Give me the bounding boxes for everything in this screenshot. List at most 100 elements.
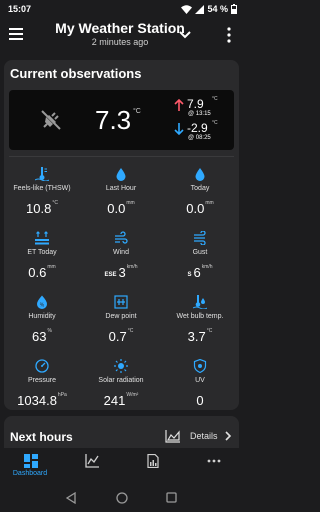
observation-label: Feels-like (THSW) xyxy=(13,185,71,192)
observation-unit: °C xyxy=(52,200,58,206)
observation-value: 63 xyxy=(32,329,47,344)
observation-value: 0 xyxy=(196,393,204,408)
rain-drop-icon xyxy=(114,167,128,181)
observation-unit: mm xyxy=(47,264,56,270)
signal-icon xyxy=(195,4,205,14)
recents-icon[interactable] xyxy=(166,492,177,503)
wind-direction: ESE xyxy=(104,272,117,278)
observation-label: UV xyxy=(195,377,205,384)
next-hours-title: Next hours xyxy=(10,430,73,444)
observation-value-group: ESE 3km/h xyxy=(83,264,159,280)
observation-unit: mm xyxy=(126,200,135,206)
observation-unit: °C xyxy=(206,328,213,334)
observation-value: 10.8 xyxy=(26,201,52,216)
observation-label: Last Hour xyxy=(105,185,137,192)
nav-charts[interactable] xyxy=(61,448,121,484)
observation-label: Today xyxy=(190,185,210,192)
chevron-right-icon xyxy=(225,431,232,441)
observation-value-group: 1034.8hPa xyxy=(4,392,80,408)
battery-icon xyxy=(231,4,237,14)
observation-label: Dew point xyxy=(105,313,137,320)
observation-value: 3 xyxy=(118,265,126,280)
observation-unit: °C xyxy=(127,328,134,334)
battery-percent: 54 % xyxy=(207,4,228,14)
arrow-down-icon xyxy=(174,123,184,135)
wet-bulb-icon xyxy=(192,295,208,310)
observation-value-group: 10.8°C xyxy=(4,200,80,216)
rain-drop-icon xyxy=(193,167,207,181)
observation-value-group: 0.6mm xyxy=(4,264,80,280)
details-label: Details xyxy=(190,431,218,441)
evapotranspiration-icon xyxy=(35,231,49,245)
nav-dashboard[interactable]: Dashboard xyxy=(0,448,60,484)
pressure-gauge-icon xyxy=(35,359,49,373)
observation-value-group: 241W/m² xyxy=(83,392,159,408)
humidity-icon: % xyxy=(35,295,49,309)
chart-icon xyxy=(85,454,99,468)
wifi-icon xyxy=(181,4,193,14)
last-updated: 2 minutes ago xyxy=(91,37,149,47)
observation-tile[interactable]: UV 0 xyxy=(162,350,238,412)
observation-value-group: 0 xyxy=(162,392,238,408)
gust-icon xyxy=(193,230,207,246)
observation-tile[interactable]: Solar radiation 241W/m² xyxy=(83,350,159,412)
nav-more[interactable] xyxy=(183,448,243,484)
observation-value: 0.0 xyxy=(107,201,126,216)
observation-label: ET Today xyxy=(27,249,57,256)
observation-label: Humidity xyxy=(28,313,56,320)
observation-value: 0.6 xyxy=(28,265,47,280)
observation-value: 6 xyxy=(193,265,201,280)
details-button[interactable]: Details xyxy=(162,428,238,446)
app-bar: My Weather Station 2 minutes ago xyxy=(0,18,243,52)
observation-tile[interactable]: Gust S 6km/h xyxy=(162,222,238,284)
observation-value-group: 3.7°C xyxy=(162,328,238,344)
observation-label: Wind xyxy=(113,249,129,256)
status-time: 15:07 xyxy=(8,4,32,14)
card-title: Current observations xyxy=(10,66,142,81)
observation-value-group: 0.0mm xyxy=(83,200,159,216)
observation-tile[interactable]: Feels-like (THSW) 10.8°C xyxy=(4,158,80,220)
observation-tile[interactable]: ET Today 0.6mm xyxy=(4,222,80,284)
station-title[interactable]: My Weather Station 2 minutes ago xyxy=(40,20,200,48)
dashboard-icon xyxy=(24,454,38,468)
temperature-unit: °C xyxy=(133,108,141,115)
chevron-down-icon[interactable] xyxy=(177,27,193,43)
observation-value: 0.0 xyxy=(186,201,205,216)
observation-value-group: 0.7°C xyxy=(83,328,159,344)
observation-value-group: S 6km/h xyxy=(162,264,238,280)
observation-tile[interactable]: Dew point 0.7°C xyxy=(83,286,159,348)
observation-value: 0.7 xyxy=(108,329,127,344)
observation-unit: hPa xyxy=(57,392,67,398)
observation-tile[interactable]: Last Hour 0.0mm xyxy=(83,158,159,220)
nav-reports[interactable] xyxy=(122,448,182,484)
max-time: @ 13:15 xyxy=(188,111,211,117)
nav-dashboard-label: Dashboard xyxy=(12,470,48,477)
observation-unit: W/m² xyxy=(126,392,139,398)
observation-value: 3.7 xyxy=(187,329,206,344)
observation-unit: mm xyxy=(205,200,214,206)
back-icon[interactable] xyxy=(66,492,76,504)
more-dots-icon xyxy=(207,459,221,463)
observation-tile[interactable]: Wind ESE 3km/h xyxy=(83,222,159,284)
home-icon[interactable] xyxy=(116,492,128,504)
plug-off-icon xyxy=(41,110,61,130)
observation-label: Pressure xyxy=(27,377,56,384)
max-unit: °C xyxy=(212,96,218,102)
observation-tile[interactable]: Wet bulb temp. 3.7°C xyxy=(162,286,238,348)
area-chart-icon xyxy=(165,430,180,443)
observation-label: Solar radiation xyxy=(98,377,144,384)
thermometer-icon xyxy=(34,167,50,182)
observation-tile[interactable]: % Humidity 63% xyxy=(4,286,80,348)
more-vert-icon[interactable] xyxy=(222,25,236,45)
observation-unit: km/h xyxy=(201,264,213,270)
divider xyxy=(9,156,234,157)
observation-tile[interactable]: Today 0.0mm xyxy=(162,158,238,220)
observation-tile[interactable]: Pressure 1034.8hPa xyxy=(4,350,80,412)
temperature-panel[interactable]: 7.3 °C 7.9 °C @ 13:15 -2.9 °C @ 08:25 xyxy=(9,90,234,150)
menu-icon[interactable] xyxy=(8,26,26,42)
observation-label: Gust xyxy=(192,249,208,256)
observation-value-group: 0.0mm xyxy=(162,200,238,216)
current-observations-card: Current observations 7.3 °C 7.9 °C @ 13:… xyxy=(4,60,239,410)
bottom-navigation: Dashboard xyxy=(0,448,243,484)
observation-label: Wet bulb temp. xyxy=(176,313,224,320)
